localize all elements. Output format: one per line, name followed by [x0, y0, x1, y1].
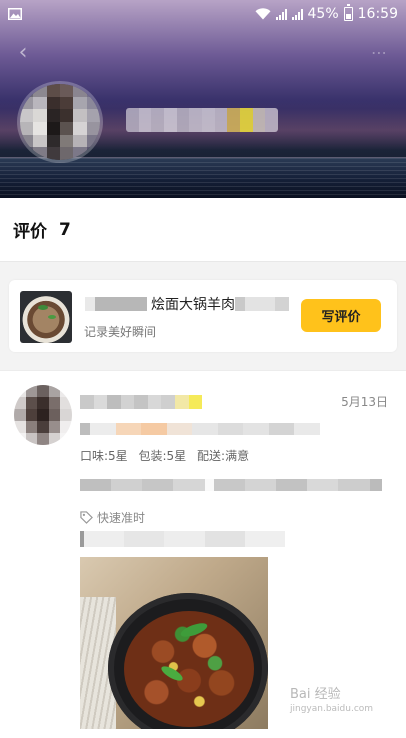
back-button[interactable]: ‹ [10, 40, 36, 66]
share-icon: ⋯ [371, 43, 387, 62]
gallery-notification-icon [8, 8, 22, 20]
shop-subtitle: 记录美好瞬间 [84, 325, 157, 339]
shop-thumbnail [20, 291, 72, 343]
chevron-left-icon: ‹ [18, 40, 28, 65]
review-tag: 快速准时 [80, 509, 145, 526]
share-button[interactable]: ⋯ [366, 40, 392, 66]
review-tag-text: 快速准时 [97, 511, 146, 525]
review-body-blurred [80, 479, 383, 491]
rating-count: 7 [59, 219, 71, 240]
review-photo[interactable] [80, 557, 268, 729]
wifi-icon [255, 8, 271, 20]
review-text-blurred [80, 423, 320, 435]
score-taste: 口味:5星 [80, 449, 128, 463]
reviewer-name-blurred [80, 395, 203, 409]
review-item: 5月13日 口味:5星 包装:5星 配送:满意 快速准时 Bai 经验 jing… [0, 370, 406, 738]
score-delivery: 配送:满意 [197, 449, 250, 463]
shop-name-blurred [126, 108, 278, 132]
battery-icon [343, 4, 353, 21]
signal-icon-1 [275, 8, 287, 20]
tag-icon [80, 511, 93, 524]
watermark-text: Bai 经验 [290, 687, 341, 702]
watermark: Bai 经验 jingyan.baidu.com [290, 683, 373, 714]
review-date: 5月13日 [341, 395, 388, 409]
shop-card[interactable]: 烩面大锅羊肉 记录美好瞬间 写评价 [9, 280, 397, 352]
reply-text-blurred [80, 531, 286, 547]
score-packaging: 包装:5星 [138, 449, 187, 463]
review-scores: 口味:5星 包装:5星 配送:满意 [80, 447, 256, 464]
signal-icon-2 [291, 8, 303, 20]
clock: 16:59 [357, 6, 398, 22]
watermark-site: jingyan.baidu.com [290, 704, 374, 714]
status-bar: 45% 16:59 [0, 0, 406, 28]
rating-label: 评价 [13, 222, 47, 242]
shop-name: 烩面大锅羊肉 [85, 294, 291, 314]
rating-header: 评价 7 [0, 198, 406, 262]
shop-avatar[interactable] [20, 84, 100, 160]
sea [0, 158, 406, 198]
battery-percent: 45% [307, 6, 339, 22]
write-review-button[interactable]: 写评价 [301, 299, 381, 332]
reviewer-avatar[interactable] [14, 385, 72, 445]
shop-name-text: 烩面大锅羊肉 [151, 297, 235, 313]
